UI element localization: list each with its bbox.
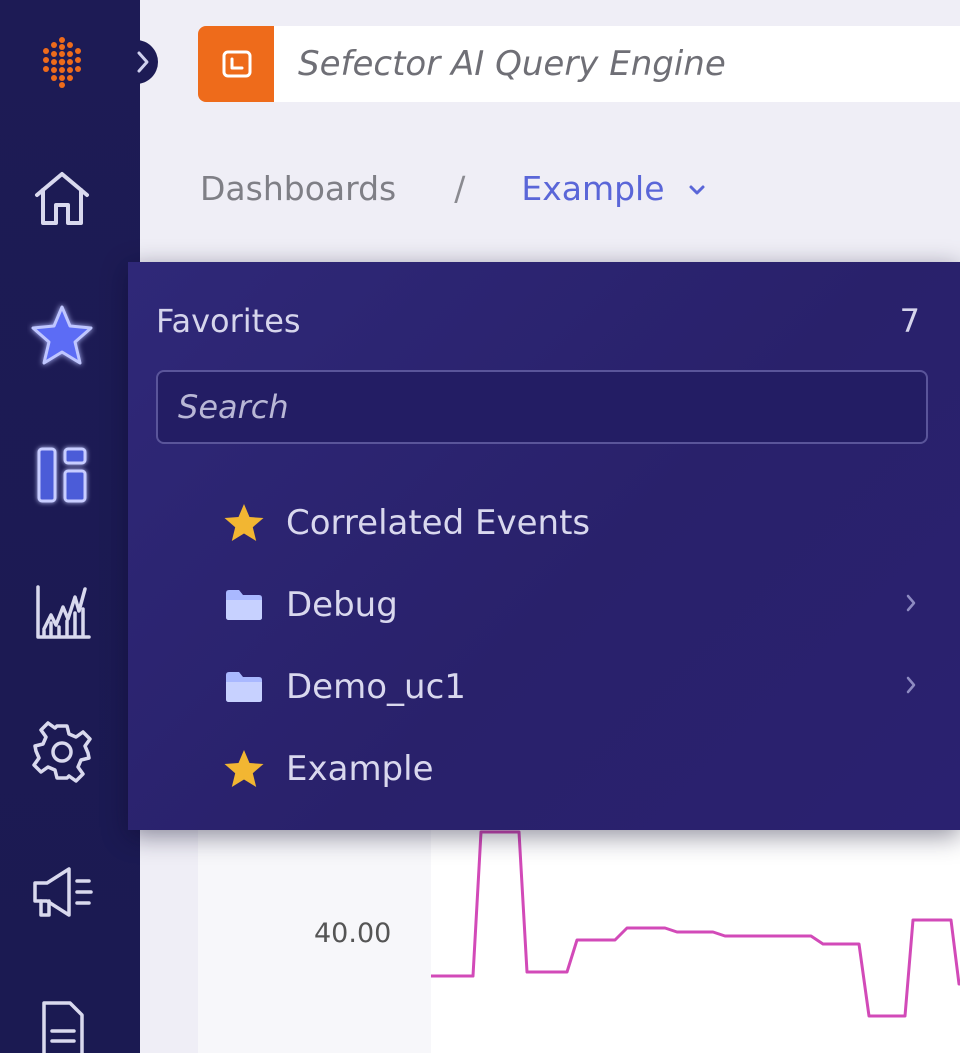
folder-icon (222, 583, 266, 627)
settings-icon[interactable] (22, 712, 102, 792)
favorites-popover: Favorites 7 Correlated Events Debug Demo… (128, 262, 960, 830)
chevron-right-icon (906, 594, 916, 612)
chevron-right-icon (906, 676, 916, 694)
star-icon (222, 501, 266, 545)
query-engine-bar (198, 26, 960, 102)
breadcrumb-separator: / (454, 168, 466, 208)
query-engine-icon (222, 50, 252, 78)
favorites-search-input[interactable] (156, 370, 928, 444)
breadcrumb: Dashboards / Example (200, 160, 707, 216)
favorite-item-demo-uc1[interactable]: Demo_uc1 (222, 646, 932, 728)
logo-icon[interactable] (22, 22, 102, 102)
favorites-count: 7 (899, 302, 920, 340)
query-engine-input[interactable] (274, 26, 960, 102)
side-navigation (0, 0, 140, 1053)
favorite-item-label: Debug (286, 585, 398, 625)
query-engine-button[interactable] (198, 26, 276, 102)
chart-series-line (431, 830, 960, 1018)
favorite-item-label: Correlated Events (286, 503, 591, 543)
folder-icon (222, 665, 266, 709)
star-icon (222, 747, 266, 791)
favorite-item-debug[interactable]: Debug (222, 564, 932, 646)
chevron-right-icon (137, 51, 149, 73)
home-icon[interactable] (22, 158, 102, 238)
expand-nav-toggle[interactable] (128, 40, 158, 84)
document-icon[interactable] (22, 990, 102, 1053)
favorite-item-label: Example (286, 749, 434, 789)
favorite-item-example[interactable]: Example (222, 728, 932, 810)
favorite-item-label: Demo_uc1 (286, 667, 466, 707)
announcements-icon[interactable] (22, 852, 102, 932)
dashboards-icon[interactable] (22, 434, 102, 514)
breadcrumb-current-dashboard[interactable]: Example (521, 169, 664, 208)
favorites-title: Favorites (156, 302, 301, 340)
favorites-nav-star-icon[interactable] (22, 296, 102, 376)
chevron-down-icon[interactable] (687, 183, 707, 197)
breadcrumb-dashboards-link[interactable]: Dashboards (200, 169, 396, 208)
favorite-item-correlated-events[interactable]: Correlated Events (222, 482, 932, 564)
favorites-list: Correlated Events Debug Demo_uc1 Example (222, 482, 932, 810)
y-tick-label: 40.00 (314, 918, 392, 949)
metrics-icon[interactable] (22, 572, 102, 652)
